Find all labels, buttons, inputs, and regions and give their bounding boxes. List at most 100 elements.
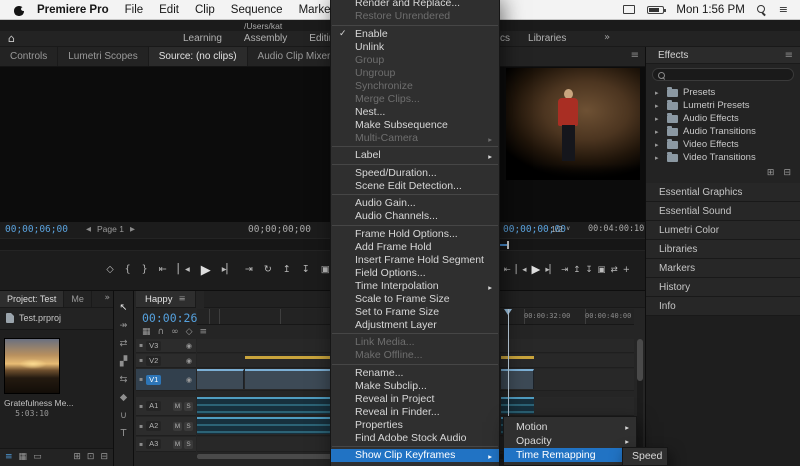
track-header-v2[interactable]: ▪V2◉	[136, 354, 196, 368]
panel-header-libraries[interactable]: Libraries	[646, 240, 800, 259]
extract-icon[interactable]: ↧	[585, 266, 592, 275]
submenu-item-motion[interactable]: Motion▸	[504, 420, 636, 434]
scrubber-playhead[interactable]	[507, 241, 509, 249]
selection-tool-icon[interactable]: ↖	[120, 303, 128, 313]
add-marker-icon[interactable]: ◇	[186, 328, 193, 337]
track-lock-icon[interactable]: ▪	[139, 423, 143, 430]
track-header-a2[interactable]: ▪A2MS	[136, 417, 196, 436]
track-header-a3[interactable]: ▪A3MS	[136, 437, 196, 452]
twirl-icon[interactable]: ▸	[655, 141, 662, 149]
control-center-icon[interactable]: ≡	[779, 3, 788, 16]
freeform-view-icon[interactable]: ▭	[33, 453, 42, 462]
menubar-clock[interactable]: Mon 1:56 PM	[676, 4, 744, 16]
workspace-tab-learning[interactable]: Learning	[183, 33, 222, 44]
panel-tab-source-no-clips[interactable]: Source: (no clips)	[149, 47, 248, 66]
delete-icon[interactable]: ⊟	[100, 453, 108, 462]
track-lock-icon[interactable]: ▪	[139, 403, 143, 410]
twirl-icon[interactable]: ▸	[655, 89, 662, 97]
video-clip-minimized[interactable]	[501, 356, 534, 359]
track-output-icon[interactable]: ◉	[186, 357, 192, 365]
clip-name[interactable]: Gratefulness Me...	[4, 398, 73, 408]
submenu-item-time-remapping[interactable]: Time Remapping▸	[504, 448, 636, 462]
ripple-edit-tool-icon[interactable]: ⇄	[120, 339, 128, 349]
pager-prev-icon[interactable]: ◀	[86, 225, 91, 233]
panel-menu-icon[interactable]: ≡	[785, 47, 793, 64]
menu-item-properties[interactable]: Properties	[331, 419, 499, 432]
panel-tab-lumetri-scopes[interactable]: Lumetri Scopes	[58, 47, 148, 66]
twirl-icon[interactable]: ▸	[655, 102, 662, 110]
menu-item-audio-gain[interactable]: Audio Gain...	[331, 197, 499, 210]
track-output-icon[interactable]: ◉	[186, 342, 192, 350]
timeline-settings-icon[interactable]: ≡	[200, 328, 208, 337]
menu-item-synchronize[interactable]: Synchronize	[331, 80, 499, 93]
button-editor-icon[interactable]: +	[623, 266, 630, 275]
workspace-tab-assembly[interactable]: Assembly	[244, 33, 287, 44]
workspace-overflow-icon[interactable]: »	[604, 32, 610, 43]
menu-item-field-options[interactable]: Field Options...	[331, 267, 499, 280]
slip-tool-icon[interactable]: ⇆	[120, 375, 128, 385]
menu-item-restore-unrendered[interactable]: Restore Unrendered	[331, 10, 499, 23]
razor-tool-icon[interactable]: ▞	[120, 357, 127, 367]
play-icon[interactable]: ▶	[201, 264, 211, 277]
effects-folder-video-effects[interactable]: ▸Video Effects	[646, 138, 800, 151]
solo-button[interactable]: S	[184, 422, 193, 431]
step-forward-icon[interactable]: ▸▏	[222, 265, 234, 275]
solo-button[interactable]: S	[184, 402, 193, 411]
lift-icon[interactable]: ↥	[573, 266, 580, 275]
mark-out-icon[interactable]: }	[142, 265, 148, 275]
menu-item-rename[interactable]: Rename...	[331, 367, 499, 380]
go-to-out-icon[interactable]: ⇥	[561, 266, 568, 275]
menu-item-make-subsequence[interactable]: Make Subsequence	[331, 119, 499, 132]
play-icon[interactable]: ▶	[532, 264, 541, 276]
effects-folder-lumetri-presets[interactable]: ▸Lumetri Presets	[646, 99, 800, 112]
submenu-item-opacity[interactable]: Opacity▸	[504, 434, 636, 448]
video-clip[interactable]	[501, 369, 534, 389]
panel-header-essential-sound[interactable]: Essential Sound	[646, 202, 800, 221]
menu-item-frame-hold-options[interactable]: Frame Hold Options...	[331, 228, 499, 241]
step-back-icon[interactable]: ▏◂	[178, 265, 190, 275]
mute-button[interactable]: M	[173, 402, 182, 411]
menu-item-link-media[interactable]: Link Media...	[331, 336, 499, 349]
new-custom-bin-icon[interactable]: ⊞	[767, 169, 775, 178]
display-icon[interactable]	[623, 5, 635, 14]
panel-header-lumetri-color[interactable]: Lumetri Color	[646, 221, 800, 240]
zoom-level-select[interactable]: 1/2	[551, 224, 563, 234]
track-output-icon[interactable]: ◉	[186, 376, 192, 384]
menu-item-reveal-in-project[interactable]: Reveal in Project	[331, 393, 499, 406]
insert-icon[interactable]: ↥	[283, 265, 291, 275]
hand-tool-icon[interactable]: ∪	[120, 411, 127, 421]
vertical-scroll-thumb[interactable]	[637, 339, 643, 381]
effects-folder-audio-transitions[interactable]: ▸Audio Transitions	[646, 125, 800, 138]
menu-item-make-subclip[interactable]: Make Subclip...	[331, 380, 499, 393]
mark-in-icon[interactable]: {	[125, 265, 131, 275]
menu-item-merge-clips[interactable]: Merge Clips...	[331, 93, 499, 106]
audio-clip[interactable]	[197, 417, 331, 434]
workspace-tab-libraries[interactable]: Libraries	[528, 33, 566, 44]
panel-tab-controls[interactable]: Controls	[0, 47, 58, 66]
menu-item-add-frame-hold[interactable]: Add Frame Hold	[331, 241, 499, 254]
go-to-in-icon[interactable]: ⇤	[159, 265, 167, 275]
go-to-in-icon[interactable]: ⇤	[504, 266, 511, 275]
overwrite-icon[interactable]: ↧	[302, 265, 310, 275]
effects-folder-video-transitions[interactable]: ▸Video Transitions	[646, 151, 800, 164]
menu-item-insert-frame-hold-segment[interactable]: Insert Frame Hold Segment	[331, 254, 499, 267]
video-clip-minimized[interactable]	[245, 356, 331, 359]
menu-item-label[interactable]: Label▸	[331, 149, 499, 162]
source-timecode[interactable]: 00;00;06;00	[5, 224, 68, 235]
list-view-icon[interactable]: ≡	[5, 453, 13, 462]
panel-header-markers[interactable]: Markers	[646, 259, 800, 278]
menu-item-audio-channels[interactable]: Audio Channels...	[331, 210, 499, 223]
tab-project-test[interactable]: Project: Test	[0, 291, 64, 307]
panel-menu-icon[interactable]: ≡	[631, 50, 639, 61]
track-lock-icon[interactable]: ▪	[139, 357, 143, 364]
track-header-v1[interactable]: ▪V1◉	[136, 369, 196, 391]
track-lock-icon[interactable]: ▪	[139, 441, 143, 448]
type-tool-icon[interactable]: T	[121, 429, 127, 439]
battery-icon[interactable]	[647, 6, 664, 14]
track-header-a1[interactable]: ▪A1MS	[136, 397, 196, 416]
menu-item-show-clip-keyframes[interactable]: Show Clip Keyframes▸	[331, 449, 499, 462]
mute-button[interactable]: M	[173, 422, 182, 431]
tab-media-browser[interactable]: Me	[64, 291, 92, 307]
menu-item-find-adobe-stock-audio[interactable]: Find Adobe Stock Audio	[331, 432, 499, 445]
linked-selection-icon[interactable]: ∞	[171, 328, 179, 337]
